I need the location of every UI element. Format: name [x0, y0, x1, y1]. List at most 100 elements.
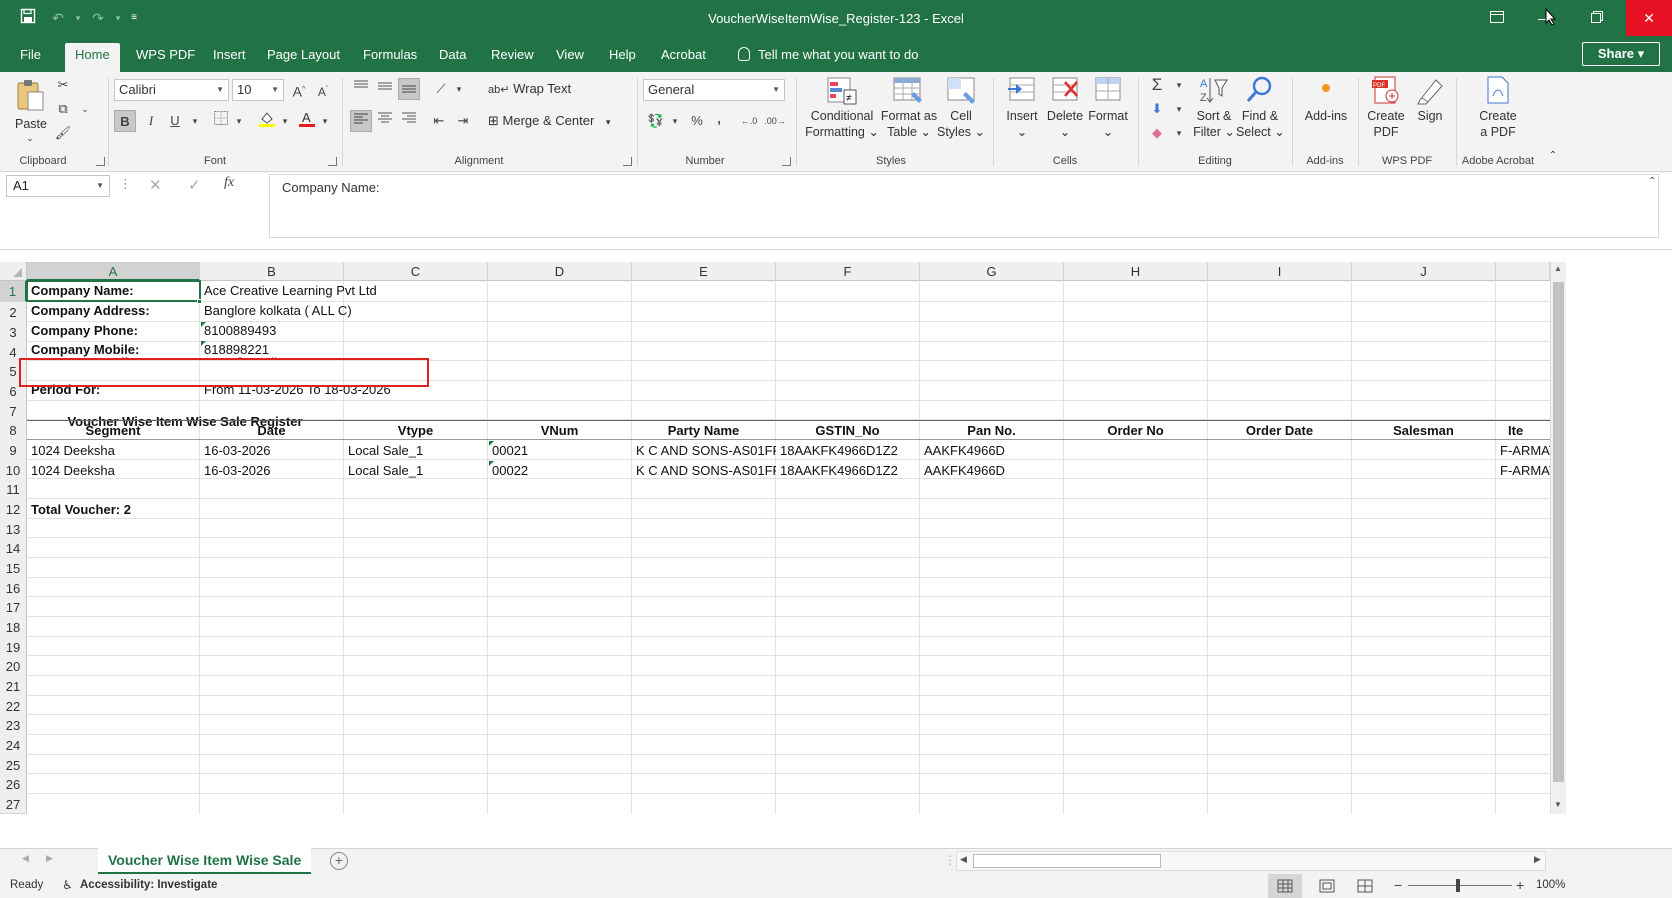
cell-styles-button[interactable]: Cell Styles ⌄	[936, 108, 986, 140]
column-header-j[interactable]: J	[1352, 262, 1496, 281]
header-item[interactable]: Ite	[1496, 420, 1550, 441]
cell-vnum[interactable]: 00022	[488, 460, 631, 481]
cell-company-name-label[interactable]: Company Name:	[27, 280, 199, 301]
tab-view[interactable]: View	[546, 43, 594, 72]
underline-button[interactable]: U	[164, 110, 186, 132]
sign-button[interactable]: Sign	[1410, 108, 1450, 124]
cell-company-phone-label[interactable]: Company Phone:	[27, 320, 199, 341]
zoom-level[interactable]: 100%	[1536, 879, 1565, 891]
wrap-text-button[interactable]: ab↵ Wrap Text	[488, 81, 571, 96]
cell-party-name[interactable]: K C AND SONS-AS01FP5	[632, 460, 776, 481]
collapse-formula-bar-icon[interactable]: ⌃	[1648, 176, 1656, 187]
paste-icon[interactable]	[14, 78, 46, 111]
name-box[interactable]: A1 ▼	[6, 175, 110, 197]
column-header-k[interactable]	[1496, 262, 1550, 281]
italic-button[interactable]: I	[140, 110, 162, 132]
row-header[interactable]: 17	[0, 597, 27, 618]
decrease-decimal-icon[interactable]: .00→	[764, 110, 786, 132]
row-header[interactable]: 9	[0, 440, 27, 461]
header-gstin[interactable]: GSTIN_No	[776, 420, 919, 441]
column-header-g[interactable]: G	[920, 262, 1064, 281]
row-header[interactable]: 16	[0, 578, 27, 599]
borders-dropdown-icon[interactable]: ▾	[228, 110, 250, 132]
previous-sheet-icon[interactable]: ◀	[22, 853, 29, 864]
cell-company-name[interactable]: Ace Creative Learning Pvt Ltd	[200, 280, 500, 301]
redo-icon[interactable]: ↷	[88, 8, 108, 28]
row-header[interactable]: 8	[0, 420, 27, 441]
sheet-tab-active[interactable]: Voucher Wise Item Wise Sale	[98, 848, 312, 875]
next-sheet-icon[interactable]: ▶	[46, 853, 53, 864]
cut-icon[interactable]: ✂	[52, 74, 74, 96]
row-header[interactable]: 10	[0, 460, 27, 481]
tab-acrobat[interactable]: Acrobat	[651, 43, 716, 72]
increase-decimal-icon[interactable]: ←.0	[738, 110, 760, 132]
cell-order-date[interactable]	[1208, 460, 1351, 481]
formula-input[interactable]: Company Name:	[269, 174, 1659, 238]
scroll-right-icon[interactable]: ▶	[1534, 854, 1541, 865]
number-launcher-icon[interactable]	[782, 157, 791, 166]
find-select-button[interactable]: Find & Select ⌄	[1236, 108, 1285, 140]
zoom-slider-thumb[interactable]	[1456, 879, 1460, 892]
copy-dropdown-icon[interactable]: ⌄	[74, 98, 96, 120]
format-painter-icon[interactable]: 🖌	[52, 122, 74, 144]
column-header-a[interactable]: A	[27, 262, 200, 281]
paste-dropdown-icon[interactable]: ⌄	[20, 130, 40, 146]
column-header-e[interactable]: E	[632, 262, 776, 281]
zoom-out-icon[interactable]: −	[1394, 877, 1402, 893]
font-size-select[interactable]: 10 ▼	[232, 79, 284, 101]
row-header[interactable]: 26	[0, 774, 27, 795]
column-header-i[interactable]: I	[1208, 262, 1352, 281]
bold-button[interactable]: B	[114, 110, 136, 132]
cell-company-address-label[interactable]: Company Address:	[27, 300, 199, 321]
undo-icon[interactable]: ↶	[48, 8, 68, 28]
accessibility-status[interactable]: Accessibility: Investigate	[80, 879, 217, 891]
cell-total-voucher[interactable]: Total Voucher: 2	[27, 499, 227, 520]
copy-icon[interactable]: ⧉	[52, 98, 74, 120]
clear-dropdown-icon[interactable]: ▾	[1168, 122, 1190, 144]
cell-vtype[interactable]: Local Sale_1	[344, 440, 487, 461]
tab-review[interactable]: Review	[481, 43, 544, 72]
customize-icon[interactable]: ≡	[124, 8, 144, 28]
accounting-dropdown-icon[interactable]: ▾	[664, 110, 686, 132]
enter-icon[interactable]: ✓	[188, 176, 201, 194]
align-middle-icon[interactable]	[374, 78, 396, 100]
page-layout-view-icon[interactable]	[1316, 874, 1338, 898]
cell-date[interactable]: 16-03-2026	[200, 460, 343, 481]
header-order-date[interactable]: Order Date	[1208, 420, 1351, 441]
delete-cells-button[interactable]: Delete ⌄	[1044, 108, 1086, 140]
column-header-f[interactable]: F	[776, 262, 920, 281]
cell-pan[interactable]: AAKFK4966D	[920, 460, 1063, 481]
cell-vtype[interactable]: Local Sale_1	[344, 460, 487, 481]
row-header[interactable]: 3	[0, 322, 27, 343]
row-header[interactable]: 2	[0, 302, 27, 323]
worksheet-grid[interactable]: A B C D E F G H I J 1 2 3 4 5 6 7 8 9 10…	[0, 262, 1672, 848]
cell-pan[interactable]: AAKFK4966D	[920, 440, 1063, 461]
header-date[interactable]: Date	[200, 420, 343, 441]
alignment-launcher-icon[interactable]	[623, 157, 632, 166]
header-segment[interactable]: Segment	[27, 420, 199, 441]
add-sheet-icon[interactable]: +	[330, 852, 348, 870]
increase-font-icon[interactable]: A^	[288, 79, 310, 101]
create-pdf-button[interactable]: Create PDF	[1362, 108, 1410, 140]
cell-gstin[interactable]: 18AAKFK4966D1Z2	[776, 440, 919, 461]
add-ins-button[interactable]: Add-ins	[1298, 108, 1354, 124]
scroll-left-icon[interactable]: ◀	[960, 854, 967, 865]
tab-wps-pdf[interactable]: WPS PDF	[126, 43, 205, 72]
cell-company-phone[interactable]: 8100889493	[200, 320, 343, 341]
header-salesman[interactable]: Salesman	[1352, 420, 1495, 441]
page-break-view-icon[interactable]	[1354, 874, 1376, 898]
cell-vnum[interactable]: 00021	[488, 440, 631, 461]
normal-view-icon[interactable]	[1268, 874, 1302, 898]
tab-data[interactable]: Data	[429, 43, 476, 72]
percent-style-button[interactable]: %	[686, 110, 708, 132]
header-vnum[interactable]: VNum	[488, 420, 631, 441]
cell-company-address[interactable]: Banglore kolkata ( ALL C)	[200, 300, 500, 321]
collapse-ribbon-icon[interactable]: ⌃	[1546, 148, 1560, 164]
cell-item[interactable]: F-ARMAT	[1496, 460, 1550, 481]
font-color-dropdown-icon[interactable]: ▾	[314, 110, 336, 132]
fill-icon[interactable]: ⬇	[1146, 98, 1168, 120]
undo-dropdown-icon[interactable]: ▾	[68, 8, 88, 28]
zoom-in-icon[interactable]: +	[1516, 877, 1524, 893]
row-header[interactable]: 22	[0, 696, 27, 717]
format-cells-button[interactable]: Format ⌄	[1086, 108, 1130, 140]
